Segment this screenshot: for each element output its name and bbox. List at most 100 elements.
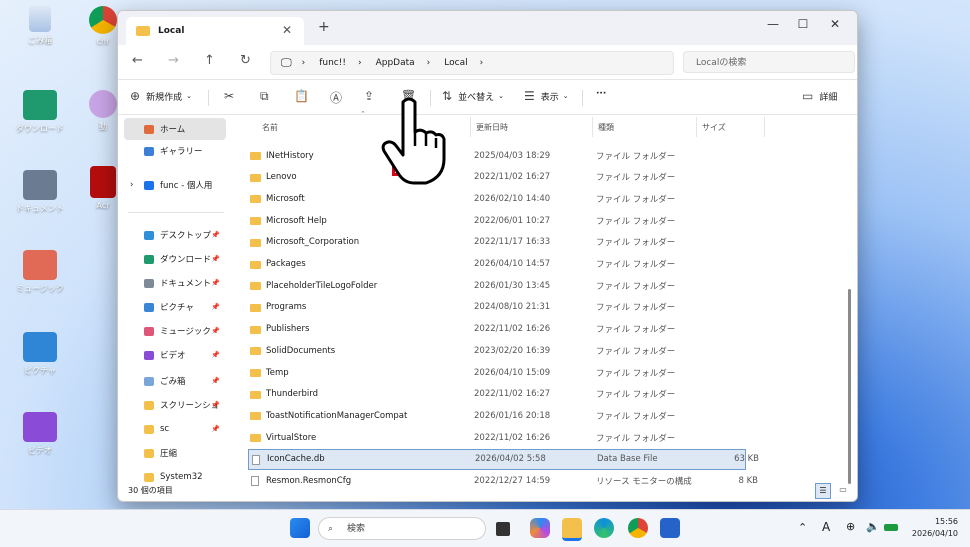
copilot-icon[interactable]: [530, 518, 550, 538]
pin-icon: 📌: [211, 255, 220, 263]
address-bar[interactable]: 🖵 › func!! › AppData › Local ›: [270, 51, 674, 75]
sort-button[interactable]: ⇅ 並べ替え ⌄: [442, 89, 504, 103]
table-row[interactable]: SolidDocuments 2023/02/20 16:39 ファイル フォルダー: [248, 340, 746, 361]
desktop-icon-recycle-bin[interactable]: ごみ箱: [10, 6, 70, 46]
sidebar-item[interactable]: › func - 個人用: [124, 174, 226, 196]
share-button[interactable]: ⇪: [364, 89, 380, 103]
chrome-taskbar-icon[interactable]: [628, 518, 648, 538]
new-button[interactable]: ⊕ 新規作成 ⌄: [130, 89, 192, 103]
new-tab-button[interactable]: +: [318, 19, 330, 35]
back-button[interactable]: ←: [132, 53, 143, 68]
view-button[interactable]: ☰ 表示 ⌄: [524, 89, 569, 103]
sidebar-item[interactable]: スクリーンショ 📌: [124, 394, 226, 416]
sidebar-item[interactable]: 圧縮: [124, 442, 226, 464]
desktop-icon-downloads[interactable]: ダウンロード: [10, 90, 70, 134]
clock[interactable]: 15:56 2026/04/10: [912, 516, 958, 540]
sidebar-item[interactable]: ミュージック 📌: [124, 320, 226, 342]
rename-button[interactable]: Ⓐ: [330, 89, 348, 106]
refresh-button[interactable]: ↻: [240, 53, 251, 68]
desktop-icon-music[interactable]: ミュージック: [10, 250, 70, 294]
sidebar-item[interactable]: sc 📌: [124, 418, 226, 440]
forward-button[interactable]: →: [168, 53, 179, 68]
table-row[interactable]: ToastNotificationManagerCompat 2026/01/16…: [248, 405, 746, 426]
sidebar-item[interactable]: ホーム: [124, 118, 226, 140]
table-row[interactable]: Programs 2024/08/10 21:31 ファイル フォルダー: [248, 297, 746, 318]
sidebar-item[interactable]: ギャラリー: [124, 140, 226, 162]
cut-button[interactable]: ✂: [224, 89, 240, 103]
cell-type: ファイル フォルダー: [596, 173, 676, 184]
breadcrumb-appdata[interactable]: AppData: [376, 58, 415, 68]
desktop-icon-video-app[interactable]: 動: [88, 90, 118, 132]
close-tab-icon[interactable]: ✕: [282, 23, 292, 37]
sidebar-item-label: ミュージック: [160, 327, 211, 337]
paste-button[interactable]: 📋: [294, 89, 315, 103]
taskbar-search[interactable]: ⌕ 検索: [318, 517, 486, 540]
store-icon[interactable]: [660, 518, 680, 538]
taskbar: ⌕ 検索 ⌃ A ⊕ 🔈 15:56 2026/04/10: [0, 509, 970, 547]
desktop-icon-pictures[interactable]: ピクチャ: [10, 332, 70, 376]
table-row[interactable]: Thunderbird 2022/11/02 16:27 ファイル フォルダー: [248, 384, 746, 405]
cell-date: 2022/11/17 16:33: [474, 237, 551, 248]
table-row[interactable]: Microsoft 2026/02/10 14:40 ファイル フォルダー: [248, 188, 746, 209]
sidebar-item[interactable]: ピクチャ 📌: [124, 296, 226, 318]
network-icon[interactable]: ⊕: [846, 520, 855, 533]
scrollbar-thumb[interactable]: [848, 289, 851, 484]
column-header-date[interactable]: 更新日時: [476, 117, 508, 137]
file-explorer-taskbar-icon[interactable]: [562, 518, 582, 541]
column-header-name[interactable]: 名前: [262, 117, 278, 137]
edge-icon[interactable]: [594, 518, 614, 538]
table-row[interactable]: Microsoft_Corporation 2022/11/17 16:33 ファイ…: [248, 232, 746, 253]
more-button[interactable]: ···: [596, 89, 606, 99]
tiles-view-toggle[interactable]: ▭: [836, 483, 850, 497]
paste-icon: 📋: [294, 89, 309, 103]
details-view-toggle[interactable]: ☰: [815, 483, 831, 499]
desktop-icon-acrobat[interactable]: Acr: [88, 166, 118, 210]
ime-indicator[interactable]: A: [822, 520, 830, 534]
tab-local[interactable]: Local ✕: [126, 17, 304, 45]
sidebar-item-icon: [144, 230, 154, 240]
chevron-up-icon[interactable]: ⌃: [798, 521, 807, 534]
vertical-scrollbar[interactable]: [847, 114, 853, 501]
details-pane-button[interactable]: ▭ 詳細: [802, 89, 837, 103]
sidebar-item[interactable]: ドキュメント 📌: [124, 272, 226, 294]
desktop-icon-chrome[interactable]: chr: [88, 6, 118, 46]
desktop-icon-videos[interactable]: ビデオ: [10, 412, 70, 456]
cell-type: ファイル フォルダー: [596, 151, 676, 162]
table-row[interactable]: Packages 2026/04/10 14:57 ファイル フォルダー: [248, 254, 746, 275]
table-row[interactable]: IconCache.db 2026/04/02 5:58 Data Base Fil…: [248, 448, 759, 470]
breadcrumb-local[interactable]: Local: [444, 58, 467, 68]
battery-icon[interactable]: [884, 524, 898, 531]
table-row[interactable]: Temp 2026/04/10 15:09 ファイル フォルダー: [248, 362, 746, 383]
task-view-icon[interactable]: [496, 522, 510, 536]
minimize-button[interactable]: —: [758, 17, 788, 31]
maximize-button[interactable]: ☐: [788, 17, 818, 31]
sidebar-item[interactable]: ごみ箱 📌: [124, 370, 226, 392]
table-row[interactable]: Lenovo 2022/11/02 16:27 ファイル フォルダー: [248, 167, 746, 188]
table-row[interactable]: VirtualStore 2022/11/02 16:26 ファイル フォルダー: [248, 427, 746, 448]
table-row[interactable]: Microsoft Help 2022/06/01 10:27 ファイル フォルダー: [248, 210, 746, 231]
sidebar-item[interactable]: デスクトップ 📌: [124, 224, 226, 246]
documents-folder-icon: [23, 170, 57, 200]
sort-label: 並べ替え: [458, 92, 495, 103]
table-row[interactable]: INetHistory 2025/04/03 18:29 ファイル フォルダー: [248, 145, 746, 166]
copy-button[interactable]: ⧉: [260, 89, 275, 104]
start-button[interactable]: [290, 518, 310, 538]
sidebar-item[interactable]: ダウンロード 📌: [124, 248, 226, 270]
breadcrumb-user[interactable]: func!!: [319, 58, 346, 68]
chevron-right-icon[interactable]: ›: [130, 180, 133, 190]
cell-type: ファイル フォルダー: [596, 346, 676, 357]
cell-name: Microsoft Help: [266, 215, 327, 226]
folder-icon: [250, 390, 261, 399]
table-row[interactable]: Publishers 2022/11/02 16:26 ファイル フォルダー: [248, 319, 746, 340]
sidebar-item-label: func - 個人用: [160, 181, 213, 191]
sidebar-item[interactable]: ビデオ 📌: [124, 344, 226, 366]
search-input[interactable]: Localの検索: [683, 51, 855, 73]
column-header-type[interactable]: 種類: [598, 117, 614, 137]
up-button[interactable]: ↑: [204, 53, 215, 68]
sidebar-item-label: デスクトップ: [160, 231, 212, 241]
desktop-icon-documents[interactable]: ドキュメント: [10, 170, 70, 214]
close-window-button[interactable]: ✕: [820, 17, 850, 31]
volume-icon[interactable]: 🔈: [866, 520, 880, 533]
table-row[interactable]: PlaceholderTileLogoFolder 2026/01/30 13:4…: [248, 275, 746, 296]
column-header-size[interactable]: サイズ: [702, 117, 726, 137]
